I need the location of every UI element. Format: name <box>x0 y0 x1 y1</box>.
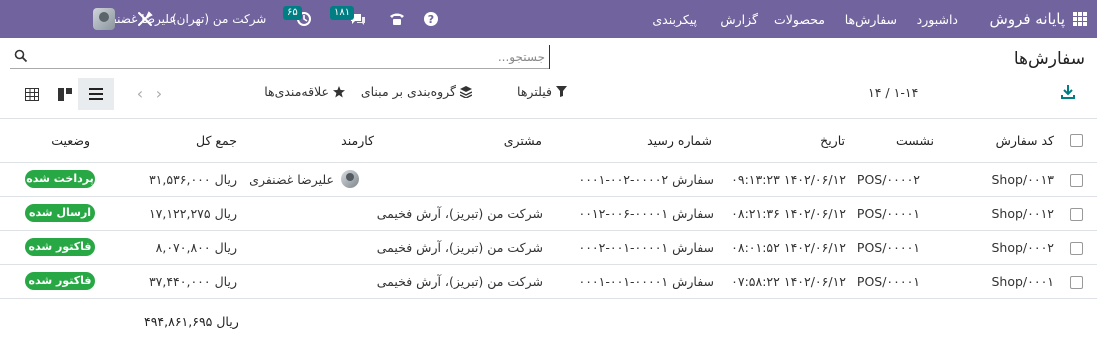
menu-products[interactable]: محصولات <box>774 0 825 38</box>
order-ref: Shop/۰۰۱۲ <box>991 206 1054 221</box>
column-header-status[interactable]: وضعیت <box>51 133 90 148</box>
table-row[interactable]: Shop/۰۰۰۱ POS/۰۰۰۰۱ ۱۴۰۲/۰۶/۱۲ ۰۷:۵۸:۲۲ … <box>0 265 1097 299</box>
phone-icon[interactable] <box>388 0 406 38</box>
column-header-date[interactable]: تاریخ <box>820 133 845 148</box>
row-checkbox[interactable] <box>1070 208 1083 221</box>
receipt-number: سفارش ۰۰۰۰۱-۰۰۱-۰۰۰۲ <box>578 240 715 255</box>
order-ref: Shop/۰۰۰۲ <box>991 240 1054 255</box>
status-badge: فاکتور شده <box>25 238 95 256</box>
employee-avatar <box>341 170 359 188</box>
pager-range[interactable]: ۱-۱۴ <box>894 85 919 100</box>
session: POS/۰۰۰۰۲ <box>856 172 920 187</box>
pager-separator: / <box>885 85 890 100</box>
help-icon[interactable]: ? <box>423 0 439 38</box>
messages-count-badge: ۱۸۱ <box>330 6 355 20</box>
grand-total: ریال ۴۹۴,۸۶۱,۶۹۵ <box>144 314 239 329</box>
menu-configuration[interactable]: پیکربندی <box>652 0 697 38</box>
customer: شرکت من (تبریز)، آرش فخیمی <box>376 206 543 221</box>
order-total: ریال ۳۷,۴۴۰,۰۰۰ <box>148 274 237 289</box>
pager-next-icon[interactable]: › <box>133 86 147 102</box>
menu-orders[interactable]: سفارش‌ها <box>845 0 897 38</box>
table-row[interactable]: Shop/۰۰۱۲ POS/۰۰۰۰۱ ۱۴۰۲/۰۶/۱۲ ۰۸:۲۱:۳۶ … <box>0 197 1097 231</box>
svg-text:?: ? <box>428 13 434 26</box>
search-bar <box>10 45 550 69</box>
groupby-button[interactable]: گروه‌بندی بر مبنای <box>361 84 472 99</box>
filters-button[interactable]: فیلترها <box>517 84 567 99</box>
pager-previous-icon[interactable]: ‹ <box>152 86 166 102</box>
star-icon <box>333 85 345 97</box>
row-checkbox[interactable] <box>1070 276 1083 289</box>
column-header-order[interactable]: کد سفارش <box>996 133 1054 148</box>
filters-label: فیلترها <box>517 84 552 99</box>
kanban-view-button[interactable] <box>47 78 83 110</box>
row-checkbox[interactable] <box>1070 174 1083 187</box>
favorites-label: علاقه‌مندی‌ها <box>264 84 329 99</box>
select-all-checkbox[interactable] <box>1070 134 1083 147</box>
favorites-button[interactable]: علاقه‌مندی‌ها <box>264 84 345 99</box>
order-date: ۱۴۰۲/۰۶/۱۲ ۰۷:۵۸:۲۲ <box>731 274 846 289</box>
layers-icon <box>460 85 472 98</box>
order-total: ریال ۸,۰۷۰,۸۰۰ <box>155 240 237 255</box>
table-header: کد سفارش نشست تاریخ شماره رسید مشتری کار… <box>0 118 1097 163</box>
page-title: سفارش‌ها <box>1013 49 1085 69</box>
debug-tools-icon[interactable] <box>136 0 154 38</box>
employee: علیرضا غضنفری <box>249 172 334 187</box>
order-ref: Shop/۰۰۱۳ <box>991 172 1054 187</box>
app-brand[interactable]: پایانه فروش <box>990 0 1065 38</box>
menu-dashboard[interactable]: داشبورد <box>917 0 958 38</box>
session: POS/۰۰۰۰۱ <box>856 274 920 289</box>
table-row[interactable]: Shop/۰۰۰۲ POS/۰۰۰۰۱ ۱۴۰۲/۰۶/۱۲ ۰۸:۰۱:۵۲ … <box>0 231 1097 265</box>
top-navbar: پایانه فروش داشبورد سفارش‌ها محصولات گزا… <box>0 0 1097 38</box>
table-row[interactable]: Shop/۰۰۱۳ POS/۰۰۰۰۲ ۱۴۰۲/۰۶/۱۲ ۰۹:۱۳:۲۳ … <box>0 163 1097 197</box>
column-header-total[interactable]: جمع کل <box>196 133 237 148</box>
customer: شرکت من (تبریز)، آرش فخیمی <box>376 274 543 289</box>
search-input[interactable] <box>40 45 550 69</box>
row-checkbox[interactable] <box>1070 242 1083 255</box>
user-avatar[interactable] <box>93 8 115 30</box>
apps-menu-icon[interactable] <box>1073 0 1087 38</box>
customer: شرکت من (تبریز)، آرش فخیمی <box>376 240 543 255</box>
order-date: ۱۴۰۲/۰۶/۱۲ ۰۸:۰۱:۵۲ <box>731 240 846 255</box>
receipt-number: سفارش ۰۰۰۰۱-۰۰۱-۰۰۰۱ <box>578 274 715 289</box>
receipt-number: سفارش ۰۰۰۰۱-۰۰۶-۰۰۱۲ <box>578 206 715 221</box>
groupby-label: گروه‌بندی بر مبنای <box>360 84 456 99</box>
pager-value[interactable]: ۱-۱۴ / ۱۴ <box>868 85 918 100</box>
order-ref: Shop/۰۰۰۱ <box>991 274 1054 289</box>
download-icon[interactable] <box>1059 84 1075 102</box>
list-view-button[interactable] <box>78 78 114 110</box>
kanban-icon <box>58 87 72 101</box>
session: POS/۰۰۰۰۱ <box>856 240 920 255</box>
activity-count-badge: ۶۵ <box>283 6 302 20</box>
column-header-receipt[interactable]: شماره رسید <box>647 133 712 148</box>
menu-reporting[interactable]: گزارش <box>720 0 758 38</box>
pivot-view-button[interactable] <box>14 78 50 110</box>
status-badge: ارسال شده <box>25 204 95 222</box>
pager-total: ۱۴ <box>868 85 882 100</box>
order-total: ریال ۱۷,۱۲۲,۲۷۵ <box>148 206 237 221</box>
table-icon <box>25 87 39 101</box>
status-badge: فاکتور شده <box>25 272 95 290</box>
column-header-employee[interactable]: کارمند <box>341 133 374 148</box>
filter-icon <box>556 86 567 97</box>
company-switcher[interactable]: شرکت من (تهران) <box>172 0 266 38</box>
session: POS/۰۰۰۰۱ <box>856 206 920 221</box>
search-icon[interactable] <box>14 49 28 63</box>
order-total: ریال ۳۱,۵۳۶,۰۰۰ <box>148 172 237 187</box>
list-icon <box>89 88 103 100</box>
order-date: ۱۴۰۲/۰۶/۱۲ ۰۸:۲۱:۳۶ <box>731 206 846 221</box>
column-header-customer[interactable]: مشتری <box>504 133 542 148</box>
status-badge: پرداخت شده <box>25 170 95 188</box>
column-header-session[interactable]: نشست <box>896 133 934 148</box>
order-date: ۱۴۰۲/۰۶/۱۲ ۰۹:۱۳:۲۳ <box>731 172 846 187</box>
receipt-number: سفارش ۰۰۰۰۲-۰۰۲-۰۰۰۱ <box>578 172 715 187</box>
